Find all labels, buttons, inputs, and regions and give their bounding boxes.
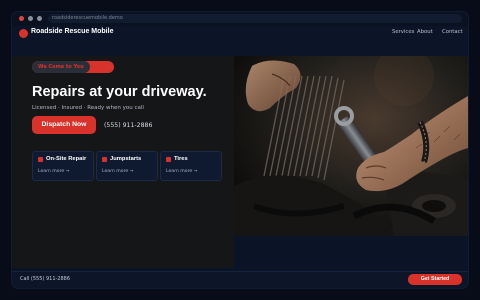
brand-name[interactable]: Roadside Rescue Mobile [31,28,113,35]
service-icon [166,157,171,162]
hero-photo-mechanic-engine [234,56,468,236]
logo-icon [19,29,28,38]
hero-badge-label: We Come to You [32,61,90,73]
get-started-button[interactable]: Get Started [408,274,462,285]
service-icon [38,157,43,162]
learn-more-link[interactable]: Learn more → [166,169,198,174]
nav-link-about[interactable]: About [417,29,433,35]
address-bar[interactable]: roadsiderescuemobile.demo [48,14,462,23]
hero-subtitle: Licensed · Insured · Ready when you call [32,105,144,111]
maximize-window-icon[interactable] [37,16,42,21]
nav-link-contact[interactable]: Contact [442,29,463,35]
service-card-on-site-repair[interactable]: On-Site Repair Learn more → [32,151,94,181]
service-title: On-Site Repair [46,156,87,162]
nav-link-services[interactable]: Services [392,29,414,35]
hero-badge: We Come to You [32,61,114,73]
footer-call-text[interactable]: Call (555) 911-2886 [20,276,70,282]
service-card-tires[interactable]: Tires Learn more → [160,151,222,181]
browser-window: roadsiderescuemobile.demo Roadside Rescu… [12,12,468,288]
sticky-footer-bar [12,271,468,288]
close-window-icon[interactable] [19,16,24,21]
service-icon [102,157,107,162]
window-chrome: roadsiderescuemobile.demo [12,12,468,27]
learn-more-link[interactable]: Learn more → [102,169,134,174]
service-card-jumpstarts[interactable]: Jumpstarts Learn more → [96,151,158,181]
minimize-window-icon[interactable] [28,16,33,21]
hero-title: Repairs at your driveway. [32,84,207,100]
hero-phone[interactable]: (555) 911-2886 [104,122,152,129]
service-title: Tires [174,156,188,162]
engine-repair-illustration [234,56,468,236]
service-title: Jumpstarts [110,156,142,162]
dispatch-now-button[interactable]: Dispatch Now [32,116,96,134]
learn-more-link[interactable]: Learn more → [38,169,70,174]
